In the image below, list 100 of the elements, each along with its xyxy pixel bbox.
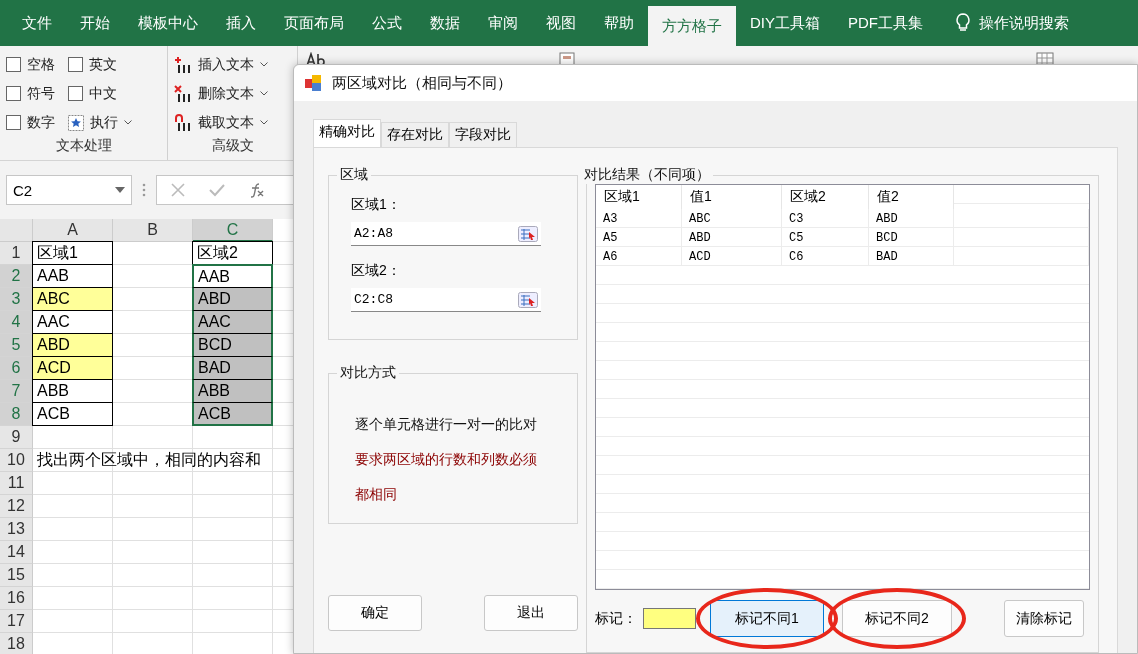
dialog-button[interactable]: 确定 — [328, 595, 422, 631]
input-field[interactable]: A2:A8 — [351, 222, 541, 246]
table-cell: ABD — [192, 287, 273, 311]
name-box[interactable]: C2 — [6, 175, 132, 205]
ribbon-tab[interactable]: 模板中心 — [124, 0, 212, 46]
column-header[interactable]: 区域2 — [782, 185, 869, 209]
mark-button[interactable]: 标记不同1 — [710, 600, 824, 637]
ribbon-tab[interactable]: 审阅 — [474, 0, 532, 46]
checkbox[interactable] — [68, 86, 83, 101]
row-header[interactable]: 7 — [0, 380, 33, 403]
row-header[interactable]: 14 — [0, 541, 33, 564]
result-list[interactable]: 区域1 值1 区域2 值2 A3 ABC C3 ABD A5 ABD C5 BCD A6 ACD C6 BAD — [595, 184, 1090, 590]
caret-icon — [260, 91, 268, 96]
checkbox-label: 英文 — [89, 55, 117, 74]
row-header[interactable]: 15 — [0, 564, 33, 587]
dialog-button[interactable]: 退出 — [484, 595, 578, 631]
table-cell: AAB — [32, 264, 113, 288]
function-icon — [249, 182, 265, 198]
range-select-icon — [518, 291, 538, 308]
ribbon-tab[interactable]: PDF工具集 — [834, 0, 937, 46]
row-header[interactable]: 17 — [0, 610, 33, 633]
caret-icon — [260, 62, 268, 67]
row-header[interactable]: 4 — [0, 311, 33, 334]
checkbox[interactable] — [6, 86, 21, 101]
extract-text-icon — [174, 113, 192, 132]
table-cell: AAC — [192, 310, 273, 334]
dialog-tab[interactable]: 存在对比 — [381, 122, 449, 147]
table-cell: ABB — [32, 379, 113, 403]
column-header[interactable]: 区域1 — [596, 185, 682, 209]
ribbon-tab[interactable]: 公式 — [358, 0, 416, 46]
row-header[interactable]: 6 — [0, 357, 33, 380]
mark-label: 标记： — [595, 609, 637, 628]
ribbon-command[interactable]: 插入文本 — [174, 55, 291, 74]
row-header[interactable]: 16 — [0, 587, 33, 610]
group-title: 对比方式 — [339, 364, 397, 382]
column-header[interactable]: 值2 — [869, 185, 954, 209]
input-field[interactable]: C2:C8 — [351, 288, 541, 312]
row-header[interactable]: 18 — [0, 633, 33, 654]
mark-color-swatch[interactable] — [643, 608, 696, 629]
ribbon-tab[interactable]: DIY工具箱 — [736, 0, 834, 46]
description-text: 逐个单元格进行一对一的比对 — [355, 416, 538, 434]
description-text: 都相同 — [355, 486, 398, 504]
app-icon — [304, 74, 322, 92]
insert-text-icon — [174, 55, 192, 74]
ribbon-tab[interactable]: 帮助 — [590, 0, 648, 46]
row-header[interactable]: 8 — [0, 403, 33, 426]
ribbon-command[interactable]: 截取文本 — [174, 113, 291, 132]
group-title: 区域 — [339, 166, 369, 184]
table-cell: ABC — [32, 287, 113, 311]
ribbon-command[interactable]: 删除文本 — [174, 84, 291, 103]
tell-me-search[interactable]: 操作说明搜索 — [979, 13, 1069, 33]
checkbox-label: 数字 — [27, 113, 55, 132]
list-cell: ABD — [869, 209, 954, 228]
ribbon-tab[interactable]: 页面布局 — [270, 0, 358, 46]
row-header[interactable]: 12 — [0, 495, 33, 518]
ribbon-tab[interactable]: 方方格子 — [648, 6, 736, 46]
list-cell: A5 — [596, 228, 682, 247]
row-header[interactable]: 3 — [0, 288, 33, 311]
ribbon-tab[interactable]: 文件 — [8, 0, 66, 46]
list-cell: A3 — [596, 209, 682, 228]
column-header[interactable]: B — [113, 219, 193, 242]
row-header[interactable]: 1 — [0, 242, 33, 265]
checkbox[interactable] — [68, 57, 83, 72]
row-header[interactable]: 11 — [0, 472, 33, 495]
list-cell: C3 — [782, 209, 869, 228]
cancel-icon — [171, 183, 185, 197]
row-header[interactable]: 9 — [0, 426, 33, 449]
checkbox-label: 符号 — [27, 84, 55, 103]
delete-text-icon — [174, 84, 192, 103]
checkbox-label: 空格 — [27, 55, 55, 74]
column-header[interactable]: C — [193, 219, 273, 242]
ribbon-tab[interactable]: 开始 — [66, 0, 124, 46]
list-cell: C6 — [782, 247, 869, 266]
list-cell: BAD — [869, 247, 954, 266]
checkbox[interactable] — [6, 57, 21, 72]
table-cell: ABB — [192, 379, 273, 403]
run-button[interactable]: 执行 — [68, 113, 161, 132]
list-cell: BCD — [869, 228, 954, 247]
list-cell: ACD — [682, 247, 782, 266]
dialog-tab[interactable]: 精确对比 — [313, 119, 381, 147]
row-header[interactable]: 2 — [0, 265, 33, 288]
ribbon-tab[interactable]: 插入 — [212, 0, 270, 46]
mark-button[interactable]: 清除标记 — [1004, 600, 1084, 637]
dialog-tab[interactable]: 字段对比 — [449, 122, 517, 147]
mark-button[interactable]: 标记不同2 — [842, 600, 952, 637]
checkbox[interactable] — [6, 115, 21, 130]
column-header[interactable]: A — [33, 219, 113, 242]
row-header[interactable]: 13 — [0, 518, 33, 541]
table-cell: 区域1 — [32, 241, 113, 265]
row-header[interactable]: 5 — [0, 334, 33, 357]
caret-icon — [124, 120, 132, 125]
field-label: 区域2： — [351, 262, 402, 280]
column-header[interactable]: 值1 — [682, 185, 782, 209]
table-cell: BCD — [192, 333, 273, 357]
field-label: 区域1： — [351, 196, 402, 214]
table-cell: 区域2 — [192, 241, 273, 265]
ribbon-tab[interactable]: 数据 — [416, 0, 474, 46]
ribbon-tab[interactable]: 视图 — [532, 0, 590, 46]
range-select-icon — [518, 225, 538, 242]
row-header[interactable]: 10 — [0, 449, 33, 472]
